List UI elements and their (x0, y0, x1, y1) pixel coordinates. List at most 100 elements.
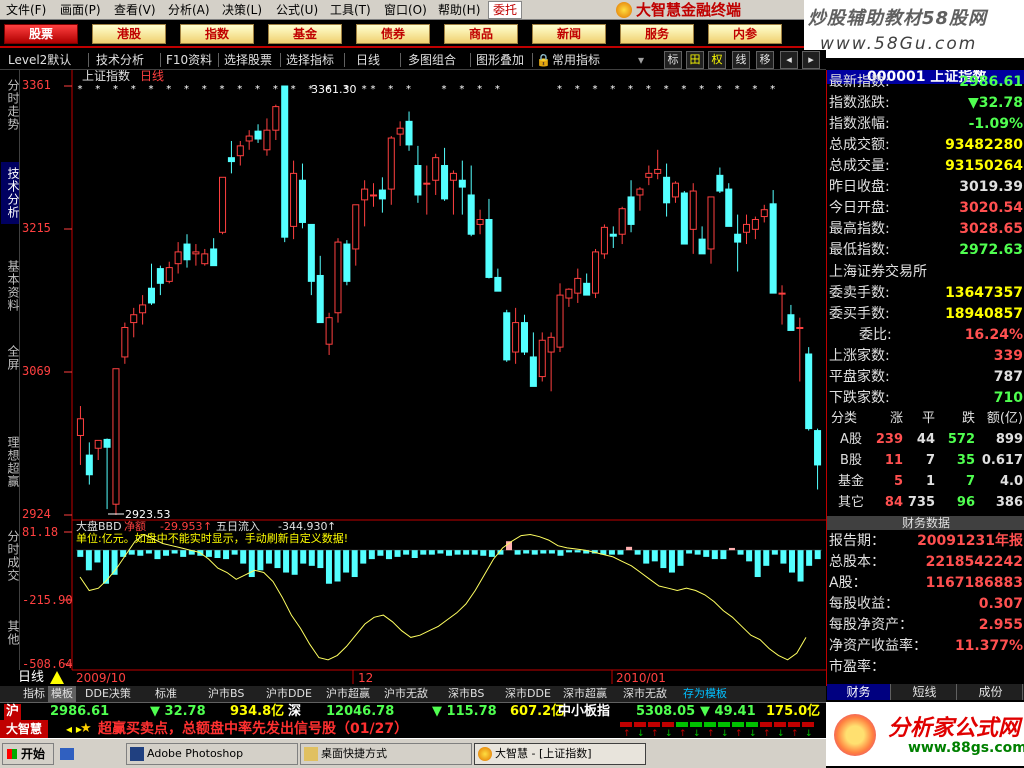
status-news-text[interactable]: 超赢买卖点，总额盘中率先发出信号股（01/27） (98, 720, 408, 738)
tb-btn-mark[interactable]: 标 (664, 51, 682, 69)
nav-stocks[interactable]: 股票 (4, 24, 78, 44)
btab-indicator[interactable]: 指标 (20, 686, 48, 702)
nav-hk[interactable]: 港股 (92, 24, 166, 44)
breadth-cell: B股 (840, 453, 862, 468)
signal-star-icon: * (593, 84, 598, 95)
bbd-bar (660, 550, 667, 569)
ltab-ticks[interactable]: 分时成交 (1, 526, 20, 586)
nav-commodity[interactable]: 商品 (444, 24, 518, 44)
ticker-sh-name[interactable]: 沪 (4, 704, 22, 720)
btab-sz-dde[interactable]: 深市DDE (502, 686, 554, 702)
btab-standard[interactable]: 标准 (152, 686, 180, 702)
tab-finance[interactable]: 财务 (827, 684, 891, 700)
quote-row-value: 18940857 (945, 306, 1023, 322)
task-photoshop[interactable]: Adobe Photoshop (126, 743, 298, 765)
menu-help[interactable]: 帮助(H) (438, 2, 480, 18)
activity-arrow-icon: ↑ (707, 729, 715, 738)
tb-overlay[interactable]: 图形叠加 (476, 52, 524, 68)
signal-star-icon: * (495, 84, 500, 95)
btab-sh-dde[interactable]: 沪市DDE (263, 686, 315, 702)
quote-row-label: 总股本： (829, 554, 885, 570)
menu-analysis[interactable]: 分析(A) (168, 2, 210, 18)
tb-select-indicator[interactable]: 选择指标 (286, 52, 334, 68)
date-label: 12 (358, 671, 373, 685)
tab-short-term[interactable]: 短线 (893, 684, 957, 700)
breadth-cell: 其它 (837, 495, 864, 510)
candle-body (538, 339, 546, 378)
tb-tech-analysis[interactable]: 技术分析 (96, 52, 144, 68)
indicator-label1: 净额 (124, 519, 146, 533)
btab-save-template[interactable]: 存为模板 (680, 686, 730, 702)
quote-row: 报告期： 20091231年报 (827, 531, 1024, 552)
quote-row: 总股本： 2218542242 (827, 552, 1024, 573)
nav-insider[interactable]: 内参 (708, 24, 782, 44)
dropdown-icon[interactable]: ▾ (638, 52, 644, 68)
tb-common-indicator[interactable]: 常用指标 (552, 52, 600, 68)
menu-screen[interactable]: 画面(P) (60, 2, 101, 18)
tb-level2[interactable]: Level2默认 (8, 52, 71, 68)
activity-arrow-icon: ↓ (693, 729, 701, 738)
tb-multi-chart[interactable]: 多图组合 (408, 52, 456, 68)
ltab-intraday[interactable]: 分时走势 (1, 76, 20, 134)
menu-file[interactable]: 文件(F) (6, 2, 46, 18)
task-desktop-shortcuts[interactable]: 桌面快捷方式 (300, 743, 472, 765)
activity-arrow-icon: ↑ (679, 729, 687, 738)
tb-period[interactable]: 日线 (356, 52, 380, 68)
tb-btn-move[interactable]: 移 (756, 51, 774, 69)
tb-btn-line[interactable]: 线 (732, 51, 750, 69)
quote-row: 指数涨跌: ▼32.78 (827, 93, 1024, 114)
nav-news[interactable]: 新闻 (532, 24, 606, 44)
btab-sh-super[interactable]: 沪市超赢 (323, 686, 373, 702)
btab-sh-bs[interactable]: 沪市BS (205, 686, 247, 702)
btab-template[interactable]: 模板 (48, 686, 76, 702)
candle-body (245, 135, 253, 142)
tb-btn-grid[interactable]: 田 (686, 51, 704, 69)
start-button[interactable]: 开始 (2, 743, 54, 765)
quicklaunch-icon[interactable] (60, 748, 74, 760)
ltab-fullscreen[interactable]: 全屏 (1, 342, 20, 374)
ltab-other[interactable]: 其他 (1, 618, 20, 648)
ltab-basic[interactable]: 基本资料 (1, 256, 20, 316)
candle-body (725, 188, 733, 227)
ticker-sz-name[interactable]: 深 (288, 704, 301, 720)
tb-select-stock[interactable]: 选择股票 (224, 52, 272, 68)
btab-dde-decision[interactable]: DDE决策 (82, 686, 134, 702)
nav-bond[interactable]: 债券 (356, 24, 430, 44)
signal-star-icon: * (371, 84, 376, 95)
period-indicator[interactable]: 日线 (0, 670, 70, 686)
nav-service[interactable]: 服务 (620, 24, 694, 44)
tb-f10[interactable]: F10资料 (166, 52, 212, 68)
ltab-ideal[interactable]: 理想超赢 (1, 432, 20, 492)
ticker-smb-name[interactable]: 中小板指 (558, 704, 610, 720)
trade-order-button[interactable]: 委托 (488, 1, 522, 19)
task-desktop-label: 桌面快捷方式 (321, 747, 387, 760)
ltab-tech[interactable]: 技术分析 (1, 162, 20, 224)
tb-btn-next-icon[interactable]: ▸ (802, 51, 820, 69)
quote-row-value: 787 (993, 369, 1023, 385)
tb-btn-rights[interactable]: 权 (708, 51, 726, 69)
activity-arrow-icon: ↑ (763, 729, 771, 738)
candle-body (547, 336, 555, 353)
breadth-cell: 5 (893, 474, 903, 489)
menu-formula[interactable]: 公式(U) (276, 2, 318, 18)
menu-tools[interactable]: 工具(T) (330, 2, 371, 18)
menu-window[interactable]: 窗口(O) (384, 2, 427, 18)
breadth-cell: 7 (965, 474, 975, 489)
quote-row-value: 2986.61 (959, 74, 1023, 90)
kline-chart[interactable]: 3361 3215 3069 2924 上证指数 日线 * * * * * * * * * * * *… (20, 70, 826, 686)
candle-body (281, 85, 289, 238)
btab-sz-bs[interactable]: 深市BS (445, 686, 487, 702)
activity-arrow-icon: ↓ (721, 729, 729, 738)
task-dazhihui[interactable]: 大智慧 - [上证指数] (474, 743, 646, 765)
btab-sz-invincible[interactable]: 深市无敌 (620, 686, 670, 702)
nav-index[interactable]: 指数 (180, 24, 254, 44)
signal-star-icon: * (752, 84, 757, 95)
btab-sh-invincible[interactable]: 沪市无敌 (381, 686, 431, 702)
tb-btn-prev-icon[interactable]: ◂ (780, 51, 798, 69)
btab-sz-super[interactable]: 深市超赢 (560, 686, 610, 702)
menu-decision[interactable]: 决策(L) (222, 2, 262, 18)
bottom-tab-left[interactable] (0, 686, 20, 702)
nav-fund[interactable]: 基金 (268, 24, 342, 44)
menu-view[interactable]: 查看(V) (114, 2, 156, 18)
tab-components[interactable]: 成份 (959, 684, 1023, 700)
